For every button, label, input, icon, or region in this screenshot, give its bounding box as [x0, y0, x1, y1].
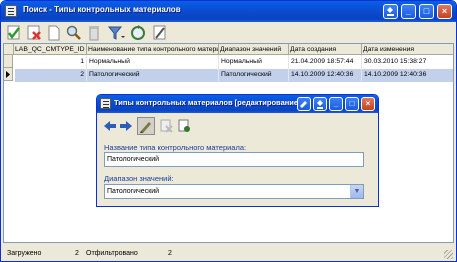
cell-changed[interactable]: 30.03.2010 15:38:27 [362, 55, 453, 68]
dialog-minimize-button[interactable]: _ [329, 97, 343, 111]
main-titlebar[interactable]: Поиск - Типы контрольных материалов _ □ … [1, 1, 456, 22]
edit-icon[interactable] [151, 24, 169, 42]
status-filtered-label: Отфильтровано [86, 250, 138, 257]
dialog-app-icon [100, 98, 111, 109]
cell-created[interactable]: 21.04.2009 18:57:44 [289, 55, 362, 68]
new-record-check-icon[interactable] [5, 24, 23, 42]
range-select-value: Патологический [107, 188, 160, 195]
delete-disabled-icon[interactable] [159, 119, 173, 133]
dialog-title: Типы контрольных материалов [редактирова… [114, 98, 301, 107]
cell-range[interactable]: Нормальный [219, 55, 289, 68]
toolbar [3, 23, 454, 43]
status-loaded-count: 2 [75, 250, 79, 257]
window-title: Поиск - Типы контрольных материалов [23, 5, 181, 14]
column-header-name[interactable]: Наименование типа контрольного материала [87, 44, 219, 55]
save-pen-icon[interactable] [137, 117, 155, 135]
extra-icon[interactable] [383, 4, 398, 19]
cell-changed[interactable]: 14.10.2009 12:40:36 [362, 68, 453, 81]
name-input[interactable]: Патологический [104, 152, 364, 167]
close-button[interactable]: × [437, 4, 452, 19]
cell-range[interactable]: Патологический [219, 68, 289, 81]
chevron-down-icon[interactable]: ▼ [350, 185, 363, 198]
cell-created[interactable]: 14.10.2009 12:40:36 [289, 68, 362, 81]
refresh-icon[interactable] [129, 24, 147, 42]
range-select[interactable]: Патологический ▼ [104, 184, 364, 199]
dialog-extra2-icon[interactable] [313, 97, 327, 111]
range-field-label: Диапазон значений: [104, 174, 174, 183]
dialog-maximize-button[interactable]: □ [345, 97, 359, 111]
dialog-extra-icon[interactable] [297, 97, 311, 111]
column-header-id[interactable]: LAB_QC_CMTYPE_ID [14, 44, 87, 55]
status-loaded-label: Загружено [7, 250, 42, 257]
name-field-label: Название типа контрольного материала: [104, 143, 247, 152]
maximize-button[interactable]: □ [419, 4, 434, 19]
row-indicator[interactable] [4, 55, 13, 68]
forward-arrow-icon[interactable] [119, 119, 133, 133]
cell-id[interactable]: 1 [14, 55, 87, 68]
status-filtered-count: 2 [168, 250, 172, 257]
edit-dialog: Типы контрольных материалов [редактирова… [96, 94, 379, 207]
column-header-range[interactable]: Диапазон значений [219, 44, 289, 55]
resize-grip[interactable] [444, 250, 453, 259]
column-header-changed[interactable]: Дата изменения [362, 44, 453, 55]
search-icon[interactable] [65, 24, 83, 42]
cell-name[interactable]: Патологический [87, 68, 219, 81]
column-header-created[interactable]: Дата создания [289, 44, 362, 55]
row-indicator-current[interactable] [4, 68, 13, 81]
dialog-titlebar[interactable]: Типы контрольных материалов [редактирова… [97, 95, 378, 113]
delete-record-icon[interactable] [25, 24, 43, 42]
back-arrow-icon[interactable] [103, 119, 117, 133]
app-icon [5, 5, 17, 17]
document-icon[interactable] [177, 119, 191, 133]
dialog-close-button[interactable]: × [361, 97, 375, 111]
cell-name[interactable]: Нормальный [87, 55, 219, 68]
status-bar: Загружено 2 Отфильтровано 2 [3, 247, 454, 260]
recycle-bin-icon[interactable] [85, 24, 103, 42]
minimize-button[interactable]: _ [401, 4, 416, 19]
cell-id[interactable]: 2 [14, 68, 87, 81]
new-document-icon[interactable] [45, 24, 63, 42]
filter-icon[interactable] [107, 24, 125, 42]
grid-corner [4, 44, 14, 55]
